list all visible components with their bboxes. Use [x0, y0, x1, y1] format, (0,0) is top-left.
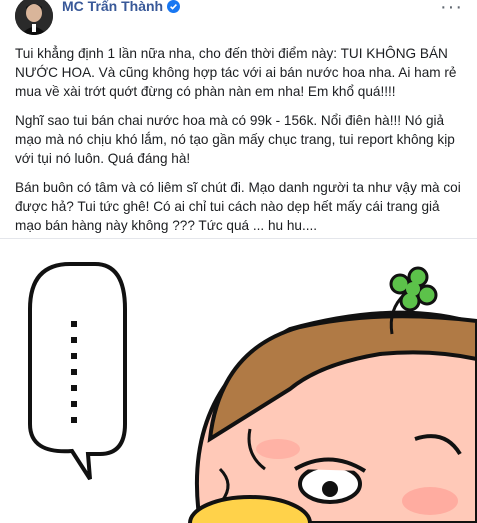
cartoon-face-icon — [188, 310, 477, 523]
post-header: MC Trấn Thành ··· — [0, 0, 477, 35]
avatar[interactable] — [15, 0, 53, 35]
post-text: Tui khẳng định 1 lần nữa nha, cho đến th… — [15, 44, 463, 245]
author-name-text[interactable]: MC Trấn Thành — [62, 0, 163, 14]
facebook-post: MC Trấn Thành ··· Tui khẳng định 1 lần n… — [0, 0, 477, 523]
verified-badge-icon — [167, 0, 181, 13]
post-paragraph-3: Bán buôn có tâm và có liêm sĩ chút đi. M… — [15, 180, 461, 233]
speech-bubble-icon — [28, 262, 127, 481]
author-name[interactable]: MC Trấn Thành — [62, 0, 181, 14]
post-paragraph-1: Tui khẳng định 1 lần nữa nha, cho đến th… — [15, 46, 457, 99]
more-options-button[interactable]: ··· — [440, 0, 463, 19]
post-image[interactable] — [0, 238, 477, 523]
post-paragraph-2: Nghĩ sao tui bán chai nước hoa mà có 99k… — [15, 113, 455, 166]
cartoon-illustration — [28, 262, 477, 523]
avatar-photo-icon — [15, 0, 53, 35]
